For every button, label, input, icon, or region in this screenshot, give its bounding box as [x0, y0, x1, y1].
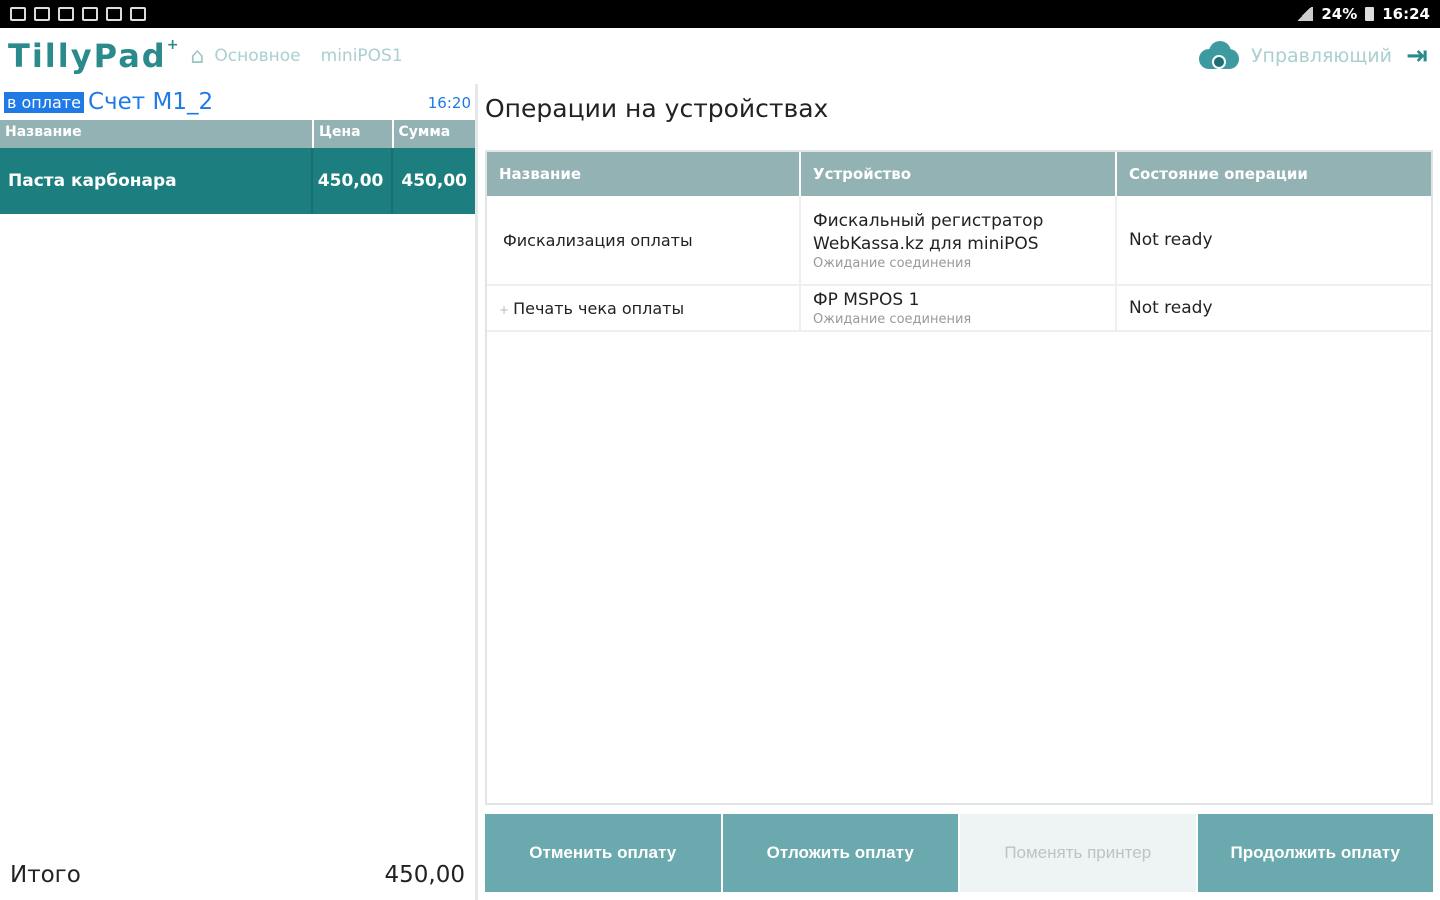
order-table-header: Название Цена Сумма — [0, 120, 475, 148]
total-label: Итого — [10, 862, 81, 888]
status-bar: 24% 16:24 — [0, 0, 1440, 28]
column-sum: Сумма — [398, 124, 451, 140]
operation-name: + Печать чека оплаты — [499, 298, 685, 318]
action-bar: Отменить оплату Отложить оплату Поменять… — [485, 814, 1433, 892]
operations-table-header: Название Устройство Состояние операции — [487, 152, 1431, 196]
notification-icons — [10, 7, 146, 21]
home-icon[interactable]: ⌂ — [190, 44, 204, 69]
column-price: Цена — [314, 120, 394, 148]
operation-state: Not ready — [1129, 298, 1213, 318]
breadcrumb-section[interactable]: Основное — [214, 46, 300, 66]
notif-4-icon — [82, 7, 98, 21]
table-row[interactable]: + Печать чека оплаты ФР MSPOS 1 Ожидание … — [487, 286, 1431, 332]
clock: 16:24 — [1382, 5, 1430, 23]
table-row[interactable]: Фискализация оплаты Фискальный регистрат… — [487, 196, 1431, 286]
battery-icon — [1365, 7, 1375, 21]
order-time: 16:20 — [427, 94, 471, 112]
device-operations-panel: Операции на устройствах Название Устройс… — [481, 84, 1440, 900]
breadcrumb-terminal[interactable]: miniPOS1 — [321, 46, 403, 66]
logout-icon[interactable]: ⇥ — [1402, 41, 1432, 71]
notif-1-icon — [10, 7, 26, 21]
status-badge: в оплате — [4, 91, 84, 113]
status-right: 24% 16:24 — [1295, 5, 1430, 23]
expand-icon: + — [499, 302, 510, 317]
device-status: Ожидание соединения — [813, 312, 972, 327]
notif-3-icon — [58, 7, 74, 21]
operation-state: Not ready — [1129, 230, 1213, 250]
total-value: 450,00 — [384, 862, 465, 888]
notif-2-icon — [34, 7, 50, 21]
item-price: 450,00 — [313, 148, 394, 214]
order-header: в оплате Счет М1_2 16:20 — [0, 84, 475, 120]
column-operation-name: Название — [487, 152, 801, 196]
column-operation-state: Состояние операции — [1129, 165, 1308, 183]
cloud-sync-icon[interactable] — [1197, 41, 1241, 71]
continue-payment-button[interactable]: Продолжить оплату — [1197, 814, 1433, 892]
order-panel: в оплате Счет М1_2 16:20 Название Цена С… — [0, 84, 478, 900]
column-device: Устройство — [801, 152, 1117, 196]
user-name[interactable]: Управляющий — [1251, 45, 1392, 67]
order-item-row[interactable]: Паста карбонара 450,00 450,00 — [0, 148, 475, 214]
wifi-signal-icon — [1295, 7, 1314, 21]
notif-5-icon — [106, 7, 122, 21]
tillypad-logo: TillyPad+ — [8, 37, 181, 75]
order-title: Счет М1_2 — [87, 89, 214, 115]
notif-6-icon — [130, 7, 146, 21]
item-sum: 450,00 — [401, 171, 467, 191]
postpone-payment-button[interactable]: Отложить оплату — [722, 814, 958, 892]
page-title: Операции на устройствах — [485, 94, 829, 123]
app-header: TillyPad+ ⌂ Основное miniPOS1 Управляющи… — [0, 28, 1440, 84]
device-status: Ожидание соединения — [813, 255, 972, 271]
operation-name: Фискализация оплаты — [503, 230, 693, 250]
device-name: ФР MSPOS 1 — [813, 290, 920, 310]
item-name: Паста карбонара — [0, 148, 314, 214]
order-total: Итого 450,00 — [10, 862, 465, 888]
device-name: Фискальный регистратор WebKassa.kz для m… — [813, 210, 1044, 254]
cancel-payment-button[interactable]: Отменить оплату — [485, 814, 721, 892]
change-printer-button[interactable]: Поменять принтер — [960, 814, 1196, 892]
operations-table: Название Устройство Состояние операции Ф… — [485, 150, 1433, 805]
battery-percent: 24% — [1321, 5, 1358, 23]
column-name: Название — [0, 120, 314, 148]
